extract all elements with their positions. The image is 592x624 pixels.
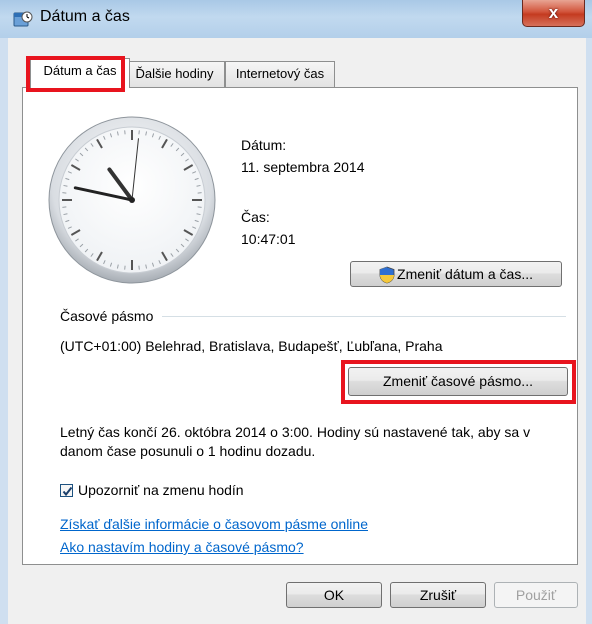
title-bar[interactable]: Dátum a čas x [0,0,592,38]
timezone-heading: Časové pásmo [60,308,154,324]
analog-clock [48,116,216,284]
timezone-separator [162,316,566,317]
apply-label: Použiť [515,587,557,603]
tab-date-time[interactable]: Dátum a čas [30,58,130,88]
dst-note-line1: Letný čas končí 26. októbra 2014 o 3:00.… [60,424,531,440]
change-timezone-button[interactable]: Zmeniť časové pásmo... [348,367,568,396]
dst-note-line2: danom čase posunuli o 1 hodinu dozadu. [60,443,316,459]
ok-label: OK [323,587,345,603]
tab-internet-time[interactable]: Internetový čas [225,61,335,87]
window-title: Dátum a čas [40,8,130,25]
checkmark-icon [62,486,73,497]
cancel-button[interactable]: Zrušiť [390,582,486,608]
timezone-value: (UTC+01:00) Belehrad, Bratislava, Budape… [60,338,443,354]
cancel-label: Zrušiť [419,587,457,603]
date-value: 11. septembra 2014 [241,159,365,175]
date-time-app-icon [13,11,33,27]
notify-checkbox-label[interactable]: Upozorniť na zmenu hodín [78,482,244,498]
date-time-window: Dátum a čas x Dátum a čas Ďalšie hodiny … [0,0,592,624]
uac-shield-icon [379,266,395,284]
time-value: 10:47:01 [241,231,296,247]
apply-button[interactable]: Použiť [494,582,578,608]
change-date-time-label: Zmeniť dátum a čas... [397,266,533,282]
close-icon: x [548,3,559,22]
date-label: Dátum: [241,137,287,153]
close-button[interactable]: x [522,0,585,27]
change-timezone-label: Zmeniť časové pásmo... [383,373,533,389]
tab-date-time-label: Dátum a čas [43,63,117,78]
time-label: Čas: [241,209,270,225]
how-to-link[interactable]: Ako nastavím hodiny a časové pásmo? [60,539,304,555]
timezone-info-link[interactable]: Získať ďalšie informácie o časovom pásme… [60,516,368,532]
tab-additional-clocks-label: Ďalšie hodiny [135,66,214,81]
tab-additional-clocks[interactable]: Ďalšie hodiny [124,61,225,87]
ok-button[interactable]: OK [286,582,382,608]
change-date-time-button[interactable]: Zmeniť dátum a čas... [350,261,562,287]
tab-internet-time-label: Internetový čas [235,66,325,81]
notify-checkbox[interactable] [60,484,73,497]
